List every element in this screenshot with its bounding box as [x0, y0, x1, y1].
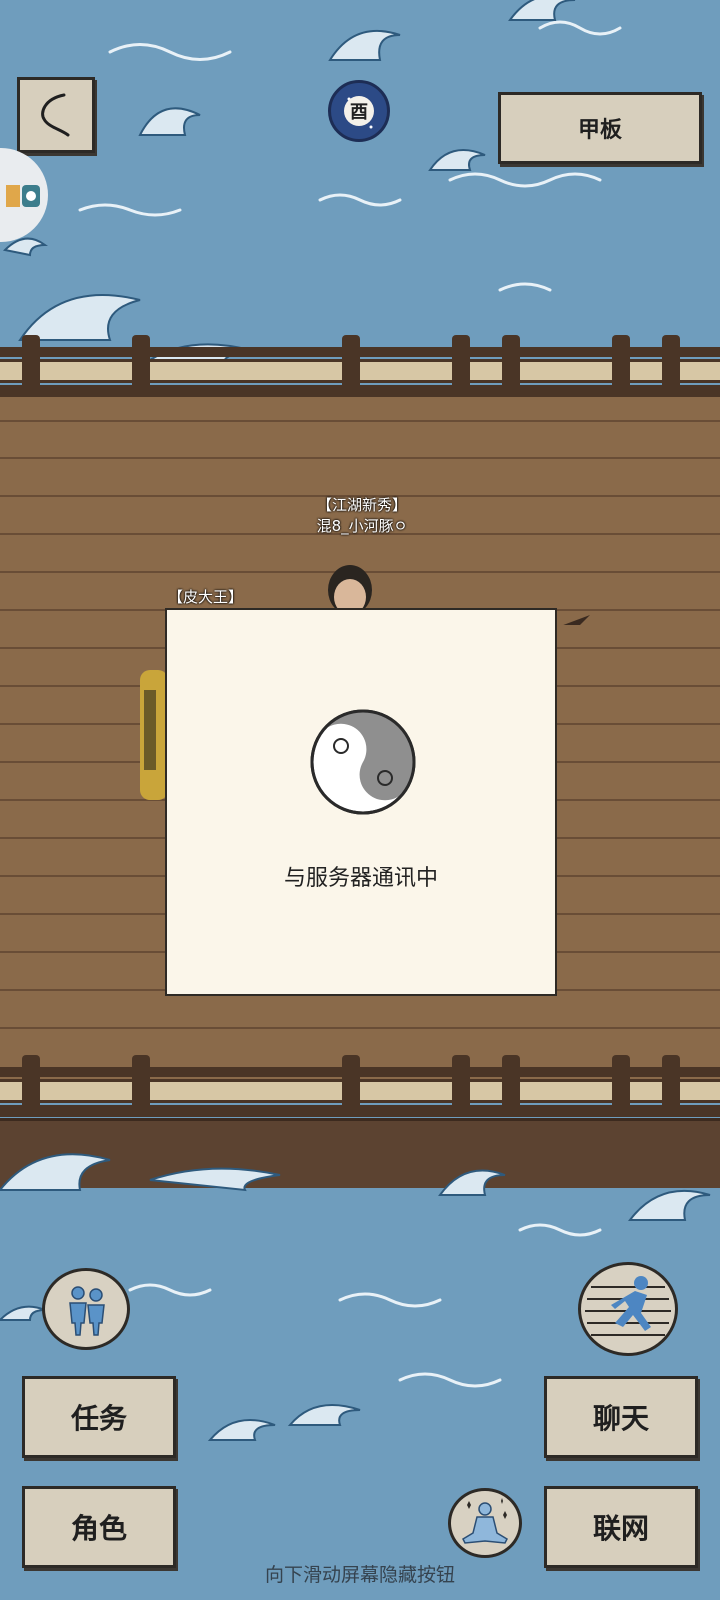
player-title: 【江湖新秀】	[316, 496, 407, 514]
time-indicator[interactable]: 酉	[328, 80, 390, 142]
network-button[interactable]: 联网	[544, 1486, 698, 1568]
meditate-button[interactable]	[448, 1488, 522, 1558]
back-button[interactable]	[17, 77, 95, 153]
time-badge: 酉	[344, 96, 374, 126]
swipe-hint: 向下滑动屏幕隐藏按钮	[264, 1564, 455, 1586]
player-tag-1[interactable]: 【江湖新秀】 混8_小河豚ㅇ	[312, 494, 412, 536]
companions-button[interactable]	[42, 1268, 130, 1350]
app-shortcut-icon	[6, 185, 40, 207]
loading-dialog: 与服务器通讯中	[165, 608, 557, 996]
meditation-icon	[462, 1498, 508, 1544]
railing-bottom	[0, 1055, 720, 1125]
location-button[interactable]: 甲板	[498, 92, 702, 164]
run-button[interactable]	[578, 1262, 678, 1356]
role-button[interactable]: 角色	[22, 1486, 176, 1568]
player-title: 【皮大王】	[168, 588, 244, 606]
yin-yang-icon	[310, 709, 416, 815]
player-name: 混8_小河豚ㅇ	[316, 517, 408, 535]
player-tag-2[interactable]: 【皮大王】	[168, 586, 243, 607]
task-button[interactable]: 任务	[22, 1376, 176, 1458]
loading-message: 与服务器通讯中	[283, 866, 438, 891]
companions-icon	[69, 1286, 105, 1336]
railing-top	[0, 335, 720, 405]
chat-button[interactable]: 聊天	[544, 1376, 698, 1458]
running-icon	[585, 1276, 671, 1336]
chevron-left-icon	[41, 93, 70, 137]
